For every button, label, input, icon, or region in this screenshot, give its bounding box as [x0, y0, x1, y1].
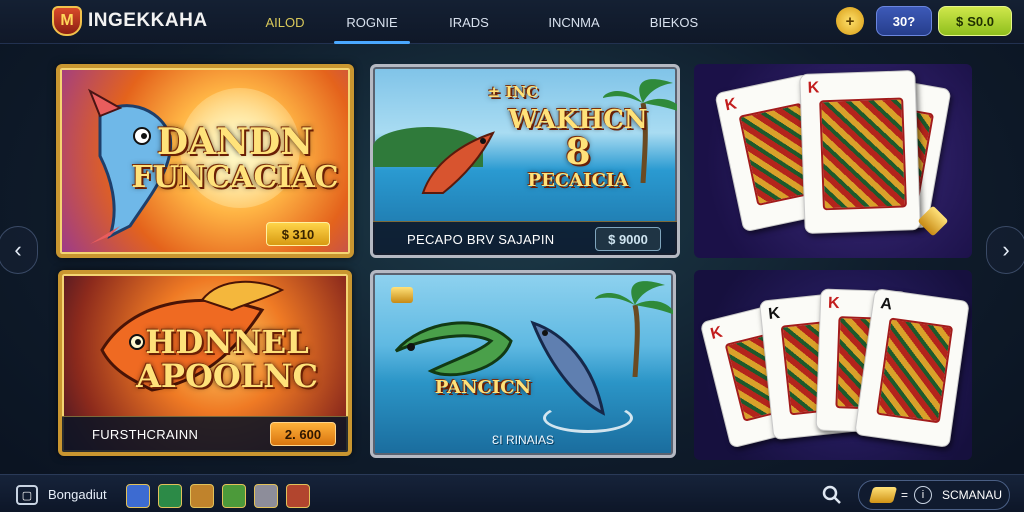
tab-biekos[interactable]: BIEKOS [624, 0, 724, 44]
game-subtitle: FURSTHCRAINN [92, 427, 199, 442]
game-card-dandn[interactable]: DANDN FUNCACIAC $ 310 [56, 64, 354, 258]
cash-balance-label: S0.0 [967, 13, 994, 29]
title-line-1: DANDN [156, 121, 314, 163]
title-line-2: PECAICIA [527, 170, 629, 192]
card-rank: K [807, 79, 820, 97]
wallet-label: SCMANAU [942, 488, 1003, 502]
carousel-prev-button[interactable]: ‹ [0, 226, 38, 274]
game-title: PANCICN [434, 377, 532, 398]
wallet-button[interactable]: = i SCMANAU [858, 480, 1010, 510]
add-coins-button[interactable]: + [836, 7, 864, 35]
card-art [819, 97, 907, 211]
top-bar: M INGEKKAHA AILOD ROGNIE IRADS INCNMA BI… [0, 0, 1024, 44]
game-subtitle: PECAPO BRV SAJAPIN [407, 232, 555, 247]
brand[interactable]: M INGEKKAHA [52, 6, 208, 36]
title-line-1: HDNNEL [145, 323, 309, 361]
jumping-fish-icon [421, 131, 495, 194]
equals-sign: = [901, 488, 909, 502]
avatar[interactable] [254, 484, 278, 508]
game-title: DANDN FUNCACIAC [120, 121, 350, 195]
bottom-label: Bongadiut [48, 487, 107, 502]
avatar[interactable] [286, 484, 310, 508]
tab-ailod[interactable]: AILOD [240, 0, 330, 44]
main-nav: AILOD ROGNIE IRADS INCNMA BIEKOS [240, 0, 724, 44]
avatar[interactable] [158, 484, 182, 508]
game-card-pancicn[interactable]: PANCICN ƐI RINAIAS [370, 270, 676, 458]
card-rank: K [708, 323, 725, 343]
price-label: 2. 600 [284, 426, 322, 442]
tab-rognie[interactable]: ROGNIE [330, 0, 414, 44]
game-card-playing-cards-2[interactable]: K K K A [694, 270, 972, 460]
price-button[interactable]: $ 310 [266, 222, 330, 246]
search-icon[interactable] [822, 485, 842, 505]
price-label: $ 9000 [608, 231, 648, 247]
game-card-hdnnel[interactable]: HDNNEL APOOLNC FURSTHCRAINN 2. 600 [58, 270, 352, 456]
title-line-2: FUNCACIAC [131, 159, 339, 195]
avatar[interactable] [190, 484, 214, 508]
card-rank: K [827, 294, 840, 313]
coin-icon [391, 287, 413, 303]
game-title: WAKHCN 8 PECAICIA [493, 106, 663, 192]
card-rank: A [879, 295, 894, 314]
price-label: $ 310 [281, 226, 315, 242]
bottom-bar: ▢ Bongadiut = i SCMANAU [0, 474, 1024, 512]
gems-balance-button[interactable]: 30? [876, 6, 932, 36]
chat-icon[interactable]: ▢ [16, 485, 38, 505]
price-button[interactable]: $ 9000 [595, 227, 661, 251]
game-title-top: ± INC [487, 83, 539, 101]
game-card-wakhcn[interactable]: ± INC WAKHCN 8 PECAICIA PECAPO BRV SAJAP… [370, 64, 680, 258]
avatar[interactable] [222, 484, 246, 508]
cash-balance-button[interactable]: $ S0.0 [938, 6, 1012, 36]
game-title: HDNNEL APOOLNC [102, 323, 348, 395]
title-line-2: APOOLNC [136, 356, 318, 395]
playing-card: K [799, 70, 921, 234]
card-rank: K [767, 304, 781, 324]
brand-name: INGEKKAHA [88, 10, 208, 31]
price-button[interactable]: 2. 600 [270, 422, 336, 446]
cash-icon: $ [956, 13, 964, 29]
info-icon[interactable]: i [914, 486, 933, 504]
title-number: 8 [565, 131, 591, 174]
card-rank: K [723, 95, 739, 115]
water-splash [543, 403, 633, 433]
tab-incnma[interactable]: INCNMA [524, 0, 624, 44]
avatar[interactable] [126, 484, 150, 508]
card-art [876, 317, 954, 424]
brand-logo-icon: M [52, 6, 82, 36]
game-subtitle: ƐI RINAIAS [492, 433, 554, 447]
game-card-playing-cards-1[interactable]: K K K [694, 64, 972, 258]
carousel-next-button[interactable]: › [986, 226, 1024, 274]
playing-card: A [854, 288, 970, 448]
gem-icon [868, 487, 898, 503]
tab-irads[interactable]: IRADS [414, 0, 524, 44]
